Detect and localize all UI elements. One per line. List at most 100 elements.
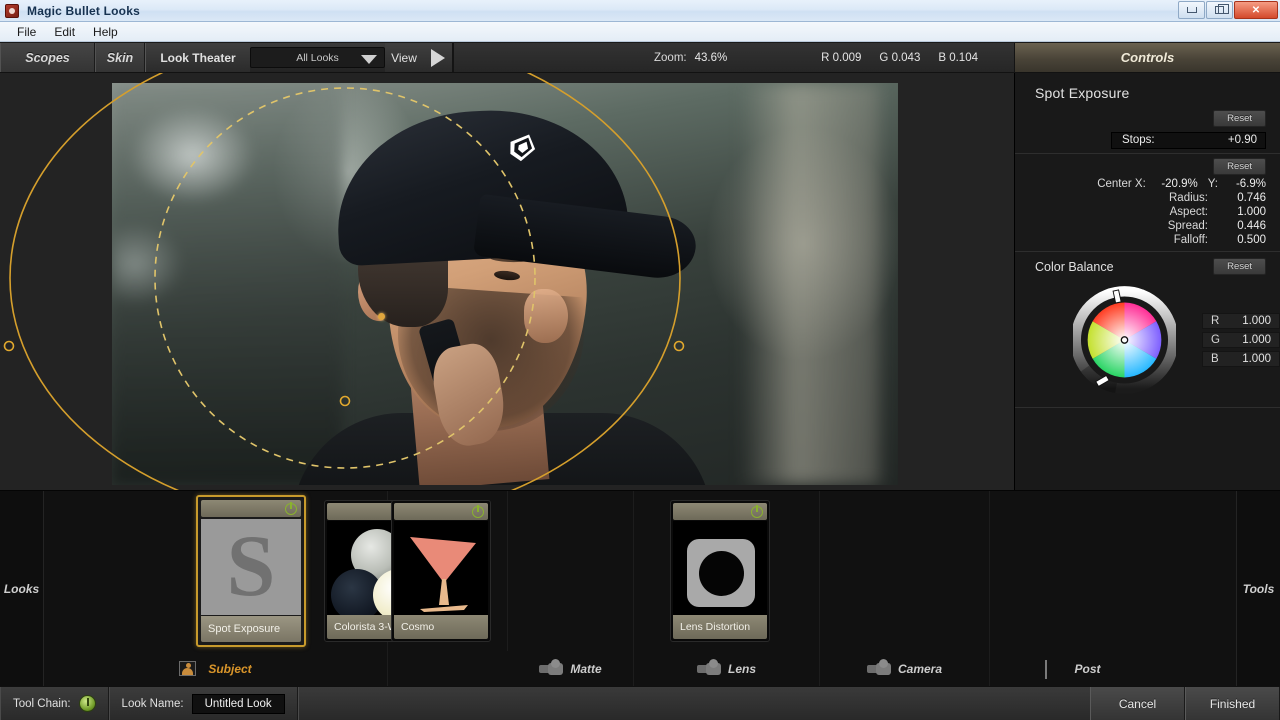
tool-card-header	[201, 500, 301, 517]
look-filter-dropdown[interactable]: All Looks	[250, 47, 385, 68]
tool-card-cosmo[interactable]: Cosmo	[391, 500, 491, 642]
group-matte-slot[interactable]	[508, 491, 634, 651]
maximize-icon	[1215, 4, 1229, 14]
menu-help[interactable]: Help	[84, 23, 127, 41]
divider-3	[1015, 407, 1280, 408]
view-button[interactable]: View	[385, 43, 423, 72]
tab-controls[interactable]: Controls	[1014, 43, 1280, 72]
geometry-reset-button[interactable]: Reset	[1213, 158, 1266, 175]
cb-r-row[interactable]: R 1.000	[1202, 313, 1280, 329]
tool-card-label: Spot Exposure	[201, 616, 301, 642]
hue-wheel	[1087, 302, 1162, 378]
category-label: Subject	[208, 662, 252, 676]
cb-b-row[interactable]: B 1.000	[1202, 351, 1280, 367]
category-subject[interactable]: Subject	[44, 651, 388, 687]
stops-label: Stops:	[1122, 134, 1155, 146]
looks-tab[interactable]: Looks	[0, 491, 44, 687]
look-name-input[interactable]: Untitled Look	[191, 693, 285, 714]
aspect-row[interactable]: Aspect: 1.000	[1015, 205, 1280, 219]
center-y-label: Y:	[1207, 178, 1218, 190]
spot-exposure-title: Spot Exposure	[1035, 85, 1130, 101]
category-matte[interactable]: Matte	[508, 651, 634, 687]
tool-card-preview	[394, 521, 488, 615]
stops-field[interactable]: Stops: +0.90	[1111, 132, 1266, 149]
subject-nose	[524, 289, 568, 343]
strip-inner: S Spot Exposure Colorista 3-Way Cosmo Le…	[44, 491, 1236, 687]
falloff-label: Falloff:	[1173, 234, 1208, 246]
cb-g-value: 1.000	[1242, 334, 1271, 346]
tool-card-spot-exposure[interactable]: S Spot Exposure	[196, 495, 306, 647]
controls-panel: Spot Exposure Reset Stops: +0.90 Reset C…	[1014, 73, 1280, 490]
look-name-cell: Look Name: Untitled Look	[108, 687, 298, 720]
camera-icon	[866, 659, 891, 676]
look-name-label: Look Name:	[121, 697, 184, 710]
category-post[interactable]: Post	[990, 651, 1156, 687]
preview-image	[112, 83, 898, 485]
chevron-down-icon	[361, 54, 377, 64]
person-icon	[179, 661, 201, 677]
power-icon[interactable]	[472, 504, 484, 518]
cb-b-label: B	[1211, 353, 1219, 365]
spot-exposure-reset-button[interactable]: Reset	[1213, 110, 1266, 127]
zoom-label: Zoom:	[654, 51, 687, 64]
cb-r-label: R	[1211, 315, 1220, 327]
cb-g-label: G	[1211, 334, 1220, 346]
scopes-button[interactable]: Scopes	[0, 43, 95, 72]
aspect-value: 1.000	[1237, 206, 1266, 218]
category-camera[interactable]: Camera	[820, 651, 990, 687]
subject-figure	[262, 95, 712, 485]
tool-card-preview	[673, 521, 767, 615]
cap-logo-icon	[510, 134, 536, 162]
category-spacer	[388, 651, 508, 687]
tool-chain-power-icon[interactable]	[78, 695, 96, 712]
color-wheel[interactable]	[1073, 285, 1176, 395]
falloff-row[interactable]: Falloff: 0.500	[1015, 233, 1280, 247]
color-balance-body: R 1.000 G 1.000 B 1.000	[1015, 279, 1280, 395]
group-lens-slot: Lens Distortion	[634, 491, 820, 651]
power-icon[interactable]	[285, 501, 297, 515]
preview-stage[interactable]: ALL PC World Free Apps One Click Away	[0, 73, 1014, 490]
stops-value: +0.90	[1227, 134, 1257, 146]
category-lens[interactable]: Lens	[634, 651, 820, 687]
center-y-value: -6.9%	[1235, 178, 1266, 190]
spot-exposure-reset-row: Reset	[1015, 101, 1280, 129]
tools-tab[interactable]: Tools	[1236, 491, 1280, 687]
tool-card-label: Lens Distortion	[673, 615, 767, 639]
readout-r: R 0.009	[821, 51, 862, 64]
maximize-button[interactable]	[1206, 1, 1233, 19]
app-icon	[5, 3, 19, 18]
close-button[interactable]: ✕	[1234, 1, 1278, 19]
spread-value: 0.446	[1237, 220, 1266, 232]
app-toolbar: Scopes Skin Look Theater All Looks View …	[0, 43, 1280, 73]
tool-chain-cell[interactable]: Tool Chain:	[0, 687, 109, 720]
background-light-band	[740, 83, 880, 485]
statusbar-spacer	[297, 687, 1090, 720]
color-balance-reset-button[interactable]: Reset	[1213, 258, 1266, 275]
close-icon: ✕	[1251, 4, 1261, 16]
center-x-label: Center X:	[1097, 178, 1146, 190]
tool-card-lens-distortion[interactable]: Lens Distortion	[670, 500, 770, 642]
subject-earring	[378, 313, 385, 320]
center-xy-row[interactable]: Center X: -20.9% Y: -6.9%	[1015, 177, 1280, 191]
menu-file[interactable]: File	[8, 23, 45, 41]
menubar: File Edit Help	[0, 22, 1280, 42]
finished-button[interactable]: Finished	[1185, 687, 1280, 720]
play-button[interactable]	[423, 43, 453, 72]
power-icon[interactable]	[751, 504, 763, 518]
cb-b-value: 1.000	[1242, 353, 1271, 365]
spread-row[interactable]: Spread: 0.446	[1015, 219, 1280, 233]
cb-g-row[interactable]: G 1.000	[1202, 332, 1280, 348]
window-title: Magic Bullet Looks	[27, 3, 140, 18]
category-label: Camera	[897, 662, 943, 676]
cancel-button[interactable]: Cancel	[1090, 687, 1185, 720]
color-balance-title: Color Balance	[1035, 259, 1114, 274]
spread-label: Spread:	[1167, 220, 1208, 232]
group-subject-cont: Cosmo	[388, 491, 508, 651]
group-post-slot[interactable]	[990, 491, 1156, 651]
group-camera-slot[interactable]	[820, 491, 990, 651]
radius-row[interactable]: Radius: 0.746	[1015, 191, 1280, 205]
minimize-button[interactable]	[1178, 1, 1205, 19]
menu-edit[interactable]: Edit	[45, 23, 84, 41]
skin-button[interactable]: Skin	[95, 43, 145, 72]
s-glyph-icon: S	[226, 519, 276, 615]
